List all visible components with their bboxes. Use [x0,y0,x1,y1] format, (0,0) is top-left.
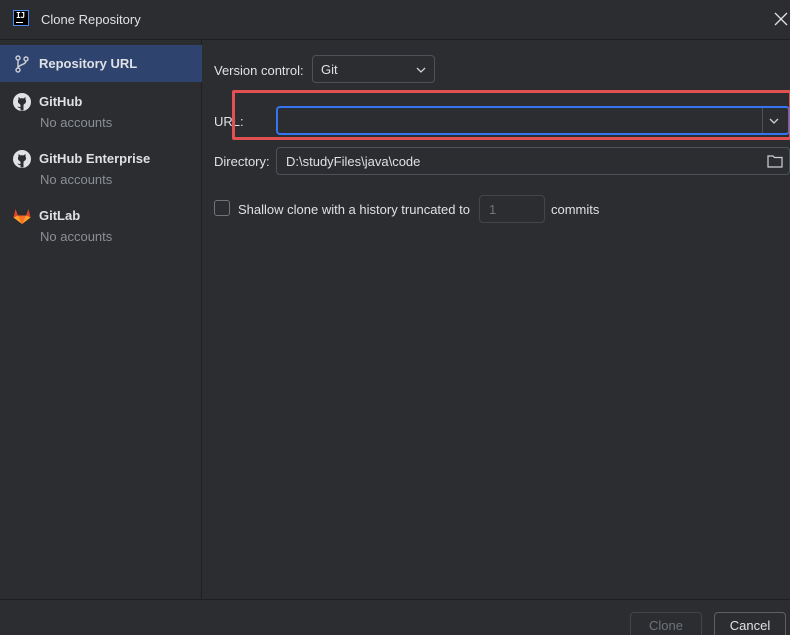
sidebar-item-label: GitHub [39,94,83,109]
sidebar-item-github[interactable]: GitHub No accounts [0,88,202,136]
intellij-app-icon: IJ [13,10,29,26]
history-depth-value: 1 [489,202,497,217]
sidebar-item-status: No accounts [40,172,113,187]
directory-value: D:\studyFiles\java\code [286,154,421,169]
sidebar-item-gitlab[interactable]: GitLab No accounts [0,202,202,250]
sidebar-item-status: No accounts [40,229,113,244]
directory-input[interactable]: D:\studyFiles\java\code [276,147,790,175]
folder-icon[interactable] [767,154,783,168]
sidebar-item-label: GitLab [39,208,81,223]
version-control-value: Git [321,62,338,77]
github-icon [12,92,32,112]
sidebar-item-label: Repository URL [39,56,138,71]
window-title: Clone Repository [41,12,141,27]
github-icon [12,149,32,169]
close-icon[interactable] [774,7,790,31]
main-panel: Version control: Git URL: Directory: D:\… [202,40,790,599]
sidebar-item-github-enterprise[interactable]: GitHub Enterprise No accounts [0,145,202,193]
url-input[interactable] [276,106,790,135]
sidebar-item-status: No accounts [40,115,113,130]
clone-button[interactable]: Clone [630,612,702,635]
gitlab-icon [12,206,32,226]
history-depth-input[interactable]: 1 [479,195,545,223]
title-bar: IJ Clone Repository [0,0,790,40]
shallow-clone-label: Shallow clone with a history truncated t… [238,202,470,217]
version-control-label: Version control: [214,63,304,78]
version-control-select[interactable]: Git [312,55,435,83]
dialog-footer: Clone Cancel [0,599,790,635]
shallow-clone-checkbox[interactable] [214,200,230,216]
chevron-down-icon [416,67,426,73]
sidebar: Repository URL GitHub No accounts GitHub… [0,40,202,599]
directory-label: Directory: [214,154,270,169]
cancel-button[interactable]: Cancel [714,612,786,635]
chevron-down-icon[interactable] [769,118,779,124]
url-dropdown-divider [762,108,763,133]
commits-label: commits [551,202,600,217]
url-label: URL: [214,114,244,129]
sidebar-item-repository-url[interactable]: Repository URL [0,45,202,82]
sidebar-item-label: GitHub Enterprise [39,151,151,166]
vcs-branch-icon [12,54,32,74]
